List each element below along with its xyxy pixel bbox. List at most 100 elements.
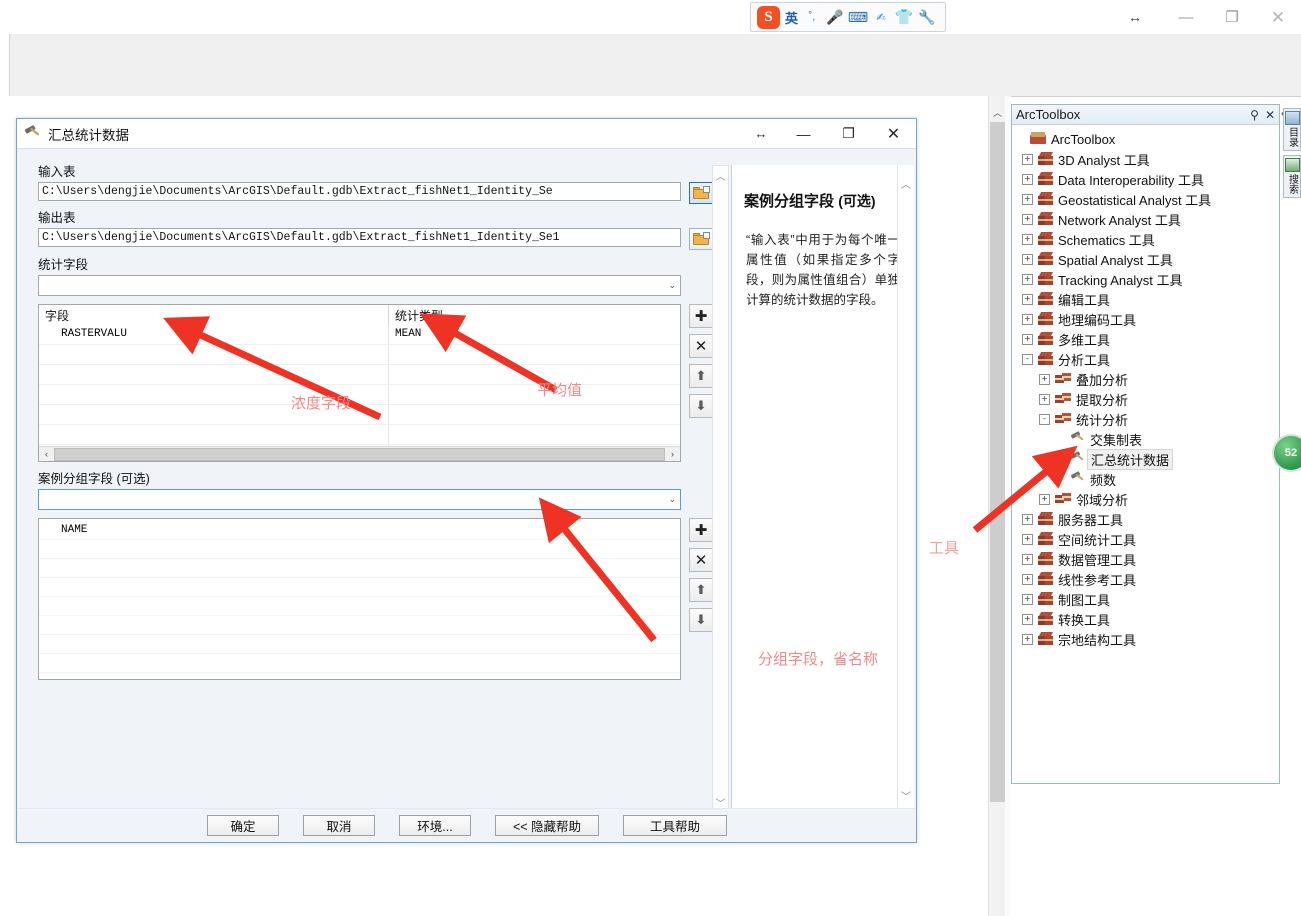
table-row[interactable]: RASTERVALU MEAN [39,325,680,345]
dialog-button-2[interactable]: 环境... [399,814,471,836]
tree-item[interactable]: + 空间统计工具 [1016,529,1279,549]
stat-field-grid[interactable]: 字段 统计类型 RASTERVALU MEAN ‹ › [38,304,681,462]
add-row-button[interactable]: ✚ [689,304,713,328]
tree-expander[interactable]: + [1022,213,1033,225]
window-resize-icon[interactable]: ↔ [1107,0,1163,34]
keyboard-icon[interactable]: ⌨ [848,6,868,28]
table-row-empty[interactable] [39,345,680,365]
sogou-logo-icon[interactable]: S [757,5,780,29]
tree-expander[interactable]: + [1039,393,1050,405]
cell-field[interactable] [39,365,389,384]
input-table-browse-button[interactable] [689,182,713,204]
tree-item[interactable]: + 宗地结构工具 [1016,629,1279,649]
scroll-up-icon[interactable]: ︿ [989,104,1006,121]
tree-expander[interactable]: + [1022,633,1033,645]
cell-stat-type[interactable] [389,425,680,444]
tree-expander[interactable]: - [1022,353,1033,365]
table-row-empty[interactable] [39,385,680,405]
tree-item[interactable]: - 分析工具 [1016,349,1279,369]
list-item-empty[interactable] [39,578,680,597]
dialog-button-0[interactable]: 确定 [207,814,279,836]
scrollbar-thumb[interactable] [54,447,665,461]
tree-root-arctoolbox[interactable]: ArcToolbox [1016,129,1279,149]
cell-field[interactable] [39,405,389,424]
tree-expander[interactable]: + [1022,173,1033,185]
dialog-resize-icon[interactable]: ↔ [741,119,781,149]
tree-item[interactable]: + 编辑工具 [1016,289,1279,309]
tree-expander[interactable]: + [1022,233,1033,245]
tree-item[interactable]: + 线性参考工具 [1016,569,1279,589]
tree-item[interactable]: - 统计分析 [1016,409,1279,429]
tree-expander[interactable]: + [1022,333,1033,345]
ime-mode-label[interactable]: 英 [785,8,798,27]
cell-stat-type[interactable] [389,385,680,404]
arctoolbox-tree[interactable]: ArcToolbox +3D Analyst 工具 + Data Interoper… [1012,125,1279,649]
dialog-close-button[interactable]: ✕ [871,119,916,149]
tree-item[interactable]: + 提取分析 [1016,389,1279,409]
tree-expander[interactable]: + [1022,593,1033,605]
tree-item[interactable]: + 制图工具 [1016,589,1279,609]
tree-item[interactable]: + Schematics 工具 [1016,229,1279,249]
summary-statistics-dialog[interactable]: 汇总统计数据 ↔ — ❐ ✕ 输入表 C:\Users\dengjie\Docu… [16,118,917,843]
scroll-up-icon[interactable]: ︿ [898,175,914,191]
tree-item[interactable]: + Tracking Analyst 工具 [1016,269,1279,289]
cell-field[interactable] [39,345,389,364]
dialog-button-4[interactable]: 工具帮助 [623,814,727,836]
comma-icon[interactable]: ˚, [803,6,821,28]
list-item-empty[interactable] [39,559,680,578]
tree-expander[interactable]: + [1022,153,1033,165]
tree-expander[interactable]: + [1022,193,1033,205]
scroll-left-icon[interactable]: ‹ [39,449,54,459]
tree-item[interactable]: 汇总统计数据 [1016,448,1279,470]
handwriting-icon[interactable]: ✍ [872,6,890,28]
move-up-button[interactable]: ⬆ [689,578,713,602]
skin-icon[interactable]: 👕 [895,6,914,28]
output-table-browse-button[interactable] [689,228,713,250]
tree-item[interactable]: 交集制表 [1016,429,1279,449]
scroll-up-icon[interactable]: ︿ [713,168,728,183]
help-scrollbar[interactable]: ︿ ﹀ [897,165,914,813]
list-item-empty[interactable] [39,616,680,635]
table-row-empty[interactable] [39,405,680,425]
tree-item[interactable]: + Geostatistical Analyst 工具 [1016,189,1279,209]
ime-toolbar[interactable]: S 英 ˚, 🎤 ⌨ ✍ 👕 🔧 [750,2,946,32]
tree-item[interactable]: + 多维工具 [1016,329,1279,349]
tree-expander[interactable]: + [1039,373,1050,385]
cell-stat-type[interactable]: MEAN [389,325,680,344]
tree-item[interactable]: + 服务器工具 [1016,509,1279,529]
side-tab-catalog[interactable]: 目录 [1283,108,1301,151]
tree-item[interactable]: + 地理编码工具 [1016,309,1279,329]
tree-expander[interactable]: + [1022,293,1033,305]
list-item-empty[interactable] [39,540,680,559]
stat-grid-hscrollbar[interactable]: ‹ › [39,446,680,461]
tree-item[interactable]: + Spatial Analyst 工具 [1016,249,1279,269]
microphone-icon[interactable]: 🎤 [826,6,844,28]
table-row-empty[interactable] [39,365,680,385]
list-item-empty[interactable] [39,597,680,616]
tree-item[interactable]: 频数 [1016,469,1279,489]
dialog-minimize-button[interactable]: — [781,119,826,149]
tree-item[interactable]: +3D Analyst 工具 [1016,149,1279,169]
tree-item[interactable]: + 叠加分析 [1016,369,1279,389]
dialog-button-3[interactable]: << 隐藏帮助 [495,814,599,836]
tree-item[interactable]: + Network Analyst 工具 [1016,209,1279,229]
list-item-empty[interactable] [39,635,680,654]
remove-row-button[interactable]: ✕ [689,334,713,358]
pin-icon[interactable]: ⚲ [1250,108,1259,122]
cell-stat-type[interactable] [389,405,680,424]
input-table-input[interactable]: C:\Users\dengjie\Documents\ArcGIS\Defaul… [38,182,681,201]
cell-field[interactable] [39,425,389,444]
tree-expander[interactable]: + [1022,513,1033,525]
tree-expander[interactable]: + [1022,613,1033,625]
tree-expander[interactable]: - [1039,413,1050,425]
tree-expander[interactable]: + [1039,493,1050,505]
tree-expander[interactable]: + [1022,533,1033,545]
window-close-button[interactable]: ✕ [1255,0,1301,34]
window-minimize-button[interactable]: — [1163,0,1209,34]
remove-row-button[interactable]: ✕ [689,548,713,572]
side-tab-strip[interactable]: 目录 搜索 [1283,108,1301,228]
case-field-list[interactable]: NAME [38,518,681,680]
stat-grid-rows[interactable]: RASTERVALU MEAN [39,325,680,461]
cell-field[interactable] [39,385,389,404]
move-down-button[interactable]: ⬇ [689,608,713,632]
